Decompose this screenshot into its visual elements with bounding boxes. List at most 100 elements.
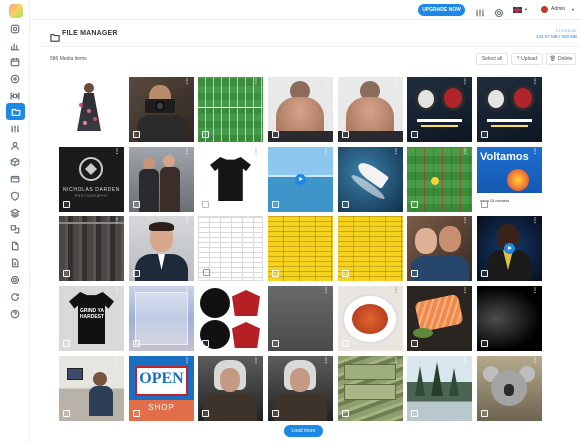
select-checkbox[interactable] <box>133 340 140 347</box>
upgrade-button[interactable]: UPGRADE NOW <box>418 4 465 16</box>
select-checkbox[interactable] <box>272 131 279 138</box>
select-checkbox[interactable] <box>133 410 140 417</box>
media-tile-grind-shirt[interactable]: GRIND YA HARDEST ⋮ <box>59 286 124 351</box>
select-checkbox[interactable] <box>63 270 70 277</box>
upload-button[interactable]: ⤒ Upload <box>511 53 543 65</box>
select-checkbox[interactable] <box>202 201 209 208</box>
more-icon[interactable]: ⋮ <box>253 79 259 85</box>
select-checkbox[interactable] <box>481 131 488 138</box>
more-icon[interactable]: ⋮ <box>462 218 468 224</box>
more-icon[interactable]: ⋮ <box>462 149 468 155</box>
media-tile-football-field[interactable]: ⋮ <box>198 77 263 142</box>
user-name[interactable]: Admin <box>551 6 565 12</box>
more-icon[interactable]: ⋮ <box>184 358 190 364</box>
media-tile-grind-logos[interactable] <box>198 286 263 351</box>
select-checkbox[interactable] <box>342 201 349 208</box>
uk-flag-icon[interactable] <box>513 7 522 13</box>
more-icon[interactable]: ⋮ <box>114 149 120 155</box>
sidebar-item-instagram[interactable] <box>5 21 25 37</box>
select-checkbox[interactable] <box>481 410 488 417</box>
media-tile-koala[interactable]: ⋮ <box>477 356 542 421</box>
more-icon[interactable]: ⋮ <box>532 149 538 155</box>
sidebar-item-settings-sliders[interactable] <box>5 121 25 137</box>
more-icon[interactable]: ⋮ <box>114 358 120 364</box>
select-checkbox[interactable] <box>411 131 418 138</box>
media-tile-selfie-couple[interactable]: ⋮ <box>407 216 472 281</box>
sidebar-item-layers[interactable] <box>5 205 25 221</box>
play-icon[interactable] <box>295 174 306 185</box>
media-tile-spreadsheet[interactable] <box>198 216 263 281</box>
sidebar-item-account[interactable] <box>5 138 25 154</box>
more-icon[interactable]: ⋮ <box>393 288 399 294</box>
sidebar-item-security[interactable] <box>5 188 25 204</box>
media-tile-photographer[interactable]: ⋮ <box>129 77 194 142</box>
media-tile-fitness-1[interactable]: ⋮ <box>268 77 333 142</box>
select-checkbox[interactable] <box>202 410 209 417</box>
user-chevron-down-icon[interactable]: ▼ <box>571 7 575 12</box>
select-checkbox[interactable] <box>342 270 349 277</box>
select-checkbox[interactable] <box>272 340 279 347</box>
more-icon[interactable]: ⋮ <box>114 218 120 224</box>
settings-icon[interactable] <box>494 5 504 18</box>
media-tile-blurred[interactable]: ⋮ <box>129 286 194 351</box>
app-logo[interactable] <box>9 4 23 18</box>
media-tile-witcher-2[interactable]: ⋮ <box>268 356 333 421</box>
select-checkbox[interactable] <box>133 131 140 138</box>
media-tile-sea-video[interactable]: ⋮ <box>268 147 333 212</box>
more-icon[interactable]: ⋮ <box>323 358 329 364</box>
media-tile-office[interactable]: ⋮ <box>59 356 124 421</box>
sidebar-item-analytics[interactable] <box>5 38 25 54</box>
media-tile-money[interactable]: ⋮ <box>338 356 403 421</box>
more-icon[interactable]: ⋮ <box>323 288 329 294</box>
more-icon[interactable]: ⋮ <box>462 79 468 85</box>
select-checkbox[interactable] <box>203 269 210 276</box>
more-icon[interactable]: ⋮ <box>253 149 259 155</box>
select-checkbox[interactable] <box>272 201 279 208</box>
filter-icon[interactable] <box>475 5 485 17</box>
media-tile-tshirt[interactable]: ⋮ <box>198 147 263 212</box>
select-checkbox[interactable] <box>342 131 349 138</box>
more-icon[interactable]: ⋮ <box>462 288 468 294</box>
media-tile-salmon[interactable]: ⋮ <box>407 286 472 351</box>
select-checkbox[interactable] <box>202 340 209 347</box>
media-tile-gray[interactable]: ⋮ <box>268 286 333 351</box>
media-tile-dark[interactable]: ⋮ <box>477 286 542 351</box>
select-checkbox[interactable] <box>411 270 418 277</box>
chevron-down-icon[interactable]: ▼ <box>524 7 528 12</box>
media-tile-nicholas-darden[interactable]: NICHOLAS DARDEN PHOTOGRAPHY ⋮ <box>59 147 124 212</box>
sidebar-item-language[interactable] <box>5 221 25 237</box>
media-tile-open-shop[interactable]: OPEN SHOP ⋮ <box>129 356 194 421</box>
media-tile-fitness-2[interactable]: ⋮ <box>338 77 403 142</box>
media-tile-food-plate[interactable]: ⋮ <box>338 286 403 351</box>
media-tile-yellow-table-2[interactable] <box>338 216 403 281</box>
more-icon[interactable]: ⋮ <box>532 218 538 224</box>
more-icon[interactable]: ⋮ <box>184 79 190 85</box>
select-checkbox[interactable] <box>342 340 349 347</box>
sidebar-item-refresh[interactable] <box>5 289 25 305</box>
media-tile-speaker-video[interactable]: ⋮ <box>477 216 542 281</box>
more-icon[interactable]: ⋮ <box>532 288 538 294</box>
more-icon[interactable]: ⋮ <box>532 358 538 364</box>
media-tile-couple[interactable]: ⋮ <box>129 147 194 212</box>
select-checkbox[interactable] <box>63 410 70 417</box>
avatar[interactable] <box>541 6 548 13</box>
media-tile-businessman[interactable]: ⋮ <box>129 216 194 281</box>
select-checkbox[interactable] <box>133 270 140 277</box>
select-checkbox[interactable] <box>481 270 488 277</box>
media-tile-dress[interactable] <box>59 77 124 142</box>
more-icon[interactable]: ⋮ <box>114 288 120 294</box>
load-more-button[interactable]: Load more <box>284 425 323 437</box>
select-checkbox[interactable] <box>63 131 70 138</box>
delete-button[interactable]: 🗑 Delete <box>546 53 576 65</box>
select-checkbox[interactable] <box>272 270 279 277</box>
more-icon[interactable]: ⋮ <box>184 218 190 224</box>
media-tile-witcher-1[interactable]: ⋮ <box>198 356 263 421</box>
play-icon[interactable] <box>504 243 515 254</box>
more-icon[interactable]: ⋮ <box>393 79 399 85</box>
more-icon[interactable]: ⋮ <box>323 79 329 85</box>
select-checkbox[interactable] <box>202 131 209 138</box>
more-icon[interactable]: ⋮ <box>323 149 329 155</box>
media-tile-voltamos[interactable]: Voltamos cada 15 minutos ⋮ <box>477 147 542 212</box>
select-checkbox[interactable] <box>481 201 488 208</box>
select-checkbox[interactable] <box>272 410 279 417</box>
